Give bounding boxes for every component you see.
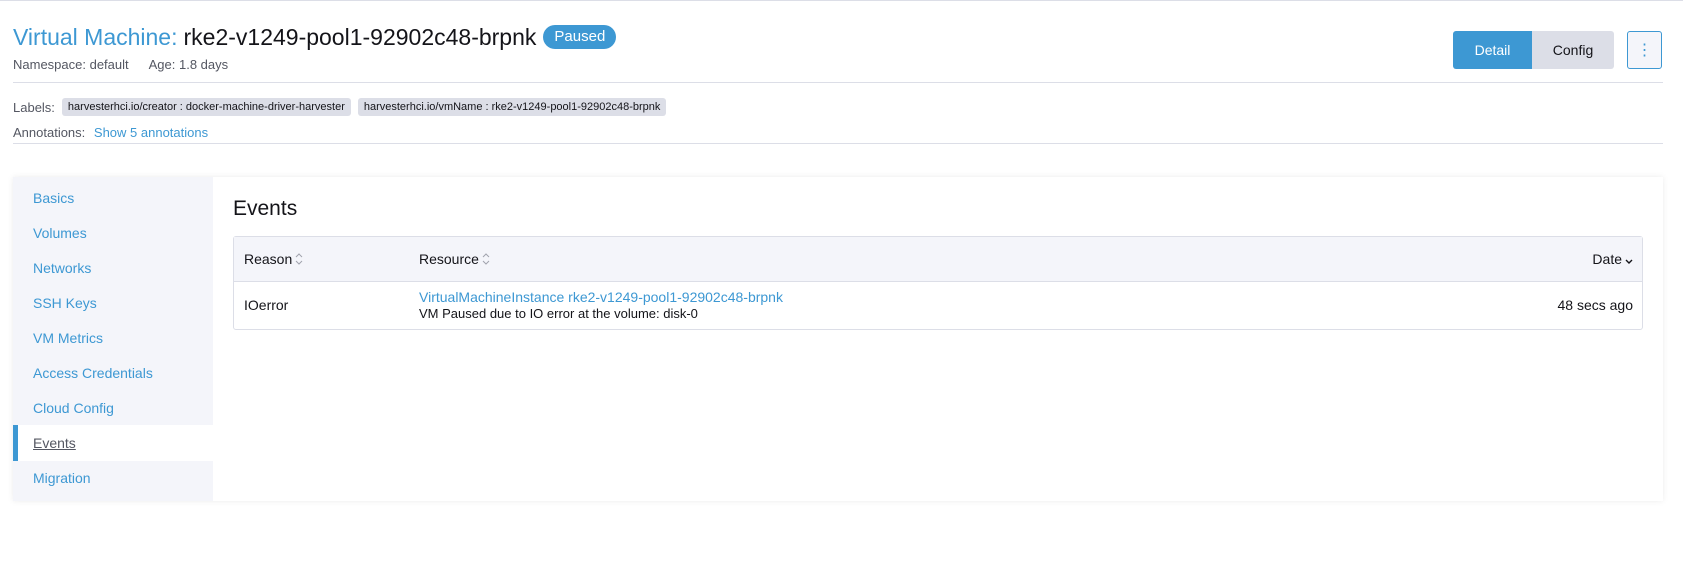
column-header-reason[interactable]: Reason xyxy=(244,251,303,267)
date-cell: 48 secs ago xyxy=(1557,297,1634,313)
sidebar-item-label: Networks xyxy=(33,260,92,276)
sidebar-item-cloud-config[interactable]: Cloud Config xyxy=(13,390,213,426)
annotations-row: Annotations: Show 5 annotations xyxy=(13,125,208,140)
view-mode-toggle: Detail Config xyxy=(1453,31,1614,69)
top-border xyxy=(0,0,1683,1)
side-tabs: Basics Volumes Networks SSH Keys VM Metr… xyxy=(13,177,213,501)
vm-name: rke2-v1249-pool1-92902c48-brpnk xyxy=(183,23,537,50)
resource-link[interactable]: VirtualMachineInstance rke2-v1249-pool1-… xyxy=(419,289,783,305)
page-header: Virtual Machine: rke2-v1249-pool1-92902c… xyxy=(13,22,1663,72)
column-header-label: Reason xyxy=(244,251,293,267)
sidebar-item-label: Cloud Config xyxy=(33,400,114,416)
sidebar-item-migration[interactable]: Migration xyxy=(13,460,213,496)
events-tab-content: Events Reason Resource Date IOerror Virt… xyxy=(213,177,1663,501)
labels-row: Labels: harvesterhci.io/creator : docker… xyxy=(13,98,667,116)
sort-icon xyxy=(482,252,490,266)
column-header-label: Date xyxy=(1592,251,1622,267)
label-tag: harvesterhci.io/creator : docker-machine… xyxy=(61,98,351,116)
sidebar-item-label: Basics xyxy=(33,190,75,206)
namespace-label: Namespace: default xyxy=(13,57,129,72)
sidebar-item-vm-metrics[interactable]: VM Metrics xyxy=(13,320,213,356)
sort-desc-icon xyxy=(1625,252,1633,266)
status-badge: Paused xyxy=(543,25,617,49)
age-label: Age: 1.8 days xyxy=(148,57,229,72)
column-header-resource[interactable]: Resource xyxy=(419,251,490,267)
annotations-title: Annotations: xyxy=(13,125,86,140)
section-title: Events xyxy=(233,197,298,220)
column-header-label: Resource xyxy=(419,251,479,267)
sidebar-item-label: Migration xyxy=(33,470,91,486)
table-row: IOerror VirtualMachineInstance rke2-v124… xyxy=(234,282,1642,329)
labels-divider xyxy=(13,143,1663,144)
sidebar-item-ssh-keys[interactable]: SSH Keys xyxy=(13,285,213,321)
sidebar-item-networks[interactable]: Networks xyxy=(13,250,213,286)
page-title: Virtual Machine: rke2-v1249-pool1-92902c… xyxy=(13,22,1663,52)
sidebar-item-label: VM Metrics xyxy=(33,330,103,346)
config-button[interactable]: Config xyxy=(1532,31,1614,69)
header-divider xyxy=(13,82,1663,83)
reason-cell: IOerror xyxy=(244,297,289,313)
table-header: Reason Resource Date xyxy=(234,237,1642,282)
detail-button[interactable]: Detail xyxy=(1453,31,1532,69)
sidebar-item-label: SSH Keys xyxy=(33,295,97,311)
detail-panel: Basics Volumes Networks SSH Keys VM Metr… xyxy=(13,177,1663,501)
column-header-date[interactable]: Date xyxy=(1592,251,1633,267)
kebab-icon: ⋮ xyxy=(1636,42,1653,59)
sidebar-item-label: Access Credentials xyxy=(33,365,153,381)
labels-title: Labels: xyxy=(13,99,55,115)
sidebar-item-access-credentials[interactable]: Access Credentials xyxy=(13,355,213,391)
label-tag: harvesterhci.io/vmName : rke2-v1249-pool… xyxy=(357,98,667,116)
more-actions-button[interactable]: ⋮ xyxy=(1627,31,1662,69)
sort-icon xyxy=(295,252,303,266)
vm-meta: Namespace: default Age: 1.8 days xyxy=(13,57,1663,72)
sidebar-item-volumes[interactable]: Volumes xyxy=(13,215,213,251)
sidebar-item-label: Events xyxy=(33,435,76,451)
events-table: Reason Resource Date IOerror VirtualMach… xyxy=(233,236,1643,330)
show-annotations-link[interactable]: Show 5 annotations xyxy=(94,125,208,140)
resource-type-label: Virtual Machine: xyxy=(13,23,178,50)
resource-cell: VirtualMachineInstance rke2-v1249-pool1-… xyxy=(419,289,783,321)
event-message: VM Paused due to IO error at the volume:… xyxy=(419,306,698,321)
sidebar-item-basics[interactable]: Basics xyxy=(13,180,213,216)
sidebar-item-label: Volumes xyxy=(33,225,87,241)
sidebar-item-events[interactable]: Events xyxy=(13,425,213,461)
